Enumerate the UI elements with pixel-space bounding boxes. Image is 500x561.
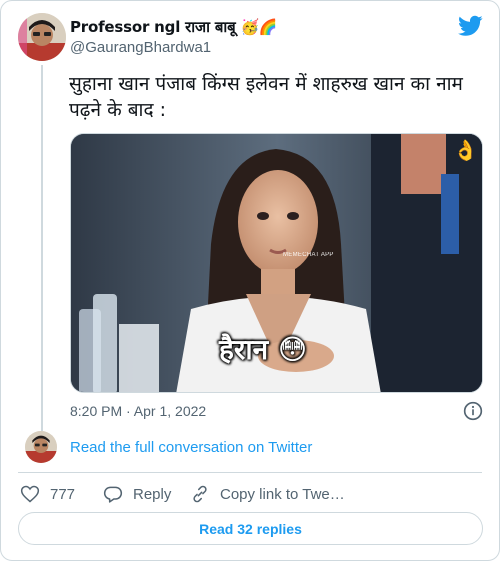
thread-line (41, 65, 43, 431)
author-handle[interactable]: @GaurangBhardwa1 (70, 39, 211, 56)
like-count: 777 (50, 485, 76, 503)
divider (18, 472, 482, 473)
link-icon (193, 485, 207, 503)
tweet-timestamp[interactable]: 8:20 PM · Apr 1, 2022 (70, 403, 206, 419)
like-button[interactable]: 777 (20, 483, 75, 505)
tweet-media-image[interactable]: MEMECHAT APP हैरान 😳 👌 (70, 133, 483, 393)
author-display-name[interactable]: Professor ngl राजा बाबू 🥳🌈 (70, 17, 278, 37)
ok-hand-emoji: 👌 (453, 140, 478, 162)
reply-label: Reply (133, 485, 172, 503)
copy-link-button[interactable]: Copy link to Twe… (190, 483, 345, 505)
reply-button[interactable]: Reply (103, 483, 171, 505)
read-conversation-link[interactable]: Read the full conversation on Twitter (70, 439, 312, 456)
conversation-avatar[interactable] (25, 431, 57, 463)
copy-link-label: Copy link to Twe… (220, 485, 345, 503)
reply-bubble-icon (103, 486, 123, 503)
read-replies-button[interactable]: Read 32 replies (18, 512, 483, 545)
heart-icon (20, 485, 40, 503)
media-watermark: MEMECHAT APP (283, 252, 334, 258)
tweet-text: सुहाना खान पंजाब किंग्स इलेवन में शाहरुख… (69, 73, 463, 121)
author-avatar[interactable] (18, 13, 66, 61)
info-icon[interactable] (463, 401, 483, 421)
tweet-embed-card: Professor ngl राजा बाबू 🥳🌈 @GaurangBhard… (0, 0, 500, 561)
media-caption: हैरान 😳 (219, 333, 308, 366)
twitter-bird-icon[interactable] (458, 15, 483, 37)
